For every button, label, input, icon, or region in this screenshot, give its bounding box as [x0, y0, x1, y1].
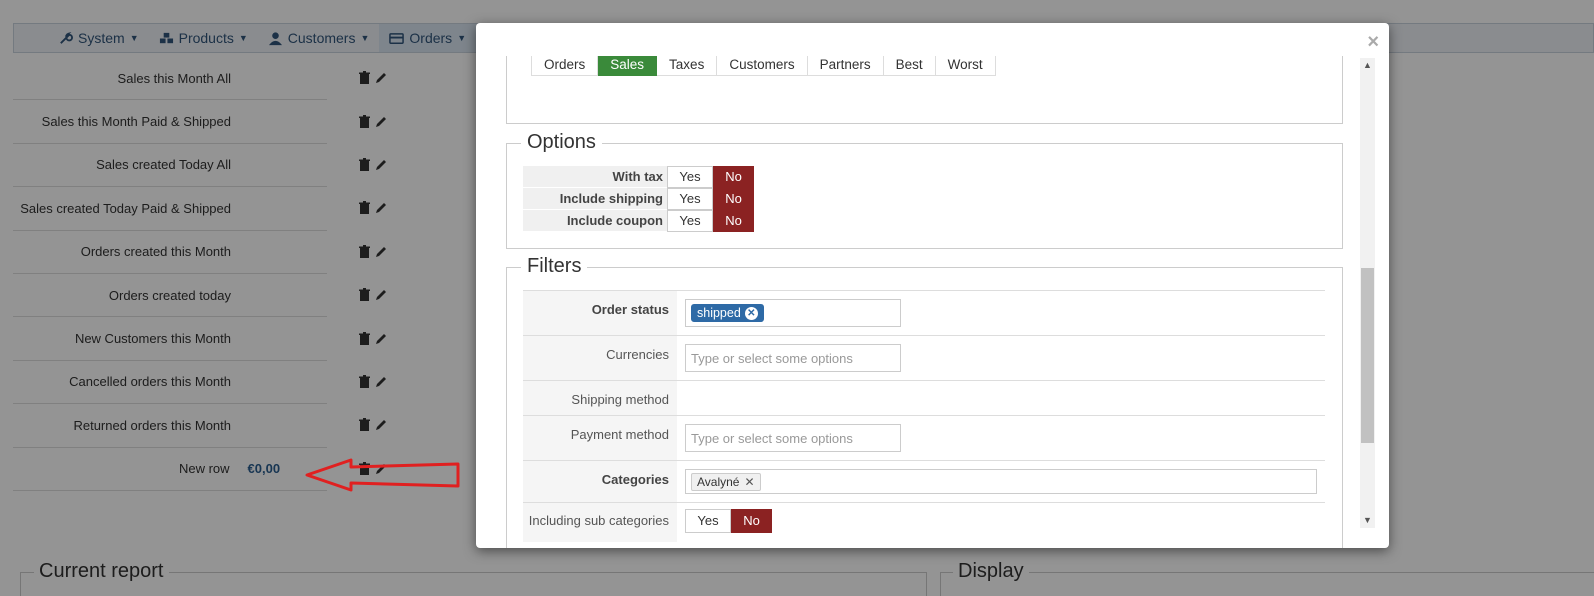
filter-label: Payment method [523, 416, 677, 460]
no-button[interactable]: No [713, 210, 754, 232]
options-legend: Options [521, 131, 602, 154]
currencies-placeholder: Type or select some options [691, 350, 853, 366]
filter-label: Order status [523, 291, 677, 335]
filter-label: Categories [523, 461, 677, 502]
filter-shipping-method: Shipping method [523, 380, 1325, 415]
payment-placeholder: Type or select some options [691, 430, 853, 446]
no-button[interactable]: No [731, 509, 772, 533]
currencies-select[interactable]: Type or select some options [685, 344, 901, 372]
filter-payment-method: Payment method Type or select some optio… [523, 415, 1325, 460]
option-label: With tax [523, 166, 667, 188]
tab-customers[interactable]: Customers [717, 56, 808, 76]
filter-label: Shipping method [523, 381, 677, 415]
filter-label: Including sub categories [523, 503, 677, 542]
report-settings-modal: × Orders Sales Taxes Customers Partners … [476, 23, 1389, 548]
yes-button[interactable]: Yes [667, 210, 713, 232]
filter-categories: Categories Avalyné ✕ [523, 460, 1325, 502]
no-button[interactable]: No [713, 166, 754, 188]
remove-chip-icon[interactable]: ✕ [744, 306, 758, 320]
tab-best[interactable]: Best [883, 56, 936, 76]
options-group: Options With tax Yes No Include shipping… [506, 131, 1343, 249]
filter-sub-categories: Including sub categories Yes No [523, 502, 1325, 542]
filters-legend: Filters [521, 255, 588, 278]
yes-button[interactable]: Yes [667, 188, 713, 210]
chip-label: shipped [697, 306, 741, 320]
filter-currencies: Currencies Type or select some options [523, 335, 1325, 380]
category-chip: Avalyné ✕ [691, 472, 761, 491]
option-include-shipping: Include shipping Yes No [523, 188, 754, 210]
order-status-select[interactable]: shipped ✕ [685, 299, 901, 327]
yes-button[interactable]: Yes [685, 509, 731, 533]
filters-group: Filters Order status shipped ✕ Currencie… [506, 255, 1343, 548]
option-include-coupon: Include coupon Yes No [523, 210, 754, 232]
modal-scrollbar[interactable]: ▲ ▼ [1360, 58, 1375, 528]
tab-worst[interactable]: Worst [935, 56, 996, 76]
remove-chip-icon[interactable]: ✕ [744, 475, 754, 489]
tab-partners[interactable]: Partners [807, 56, 884, 76]
tab-orders[interactable]: Orders [531, 56, 599, 76]
yes-button[interactable]: Yes [667, 166, 713, 188]
filter-order-status: Order status shipped ✕ [523, 290, 1325, 335]
close-icon[interactable]: × [1367, 31, 1379, 54]
tab-sales[interactable]: Sales [598, 56, 658, 76]
payment-method-select[interactable]: Type or select some options [685, 424, 901, 452]
status-chip: shipped ✕ [691, 304, 764, 322]
scroll-down-icon[interactable]: ▼ [1360, 513, 1375, 528]
no-button[interactable]: No [713, 188, 754, 210]
report-type-box: Orders Sales Taxes Customers Partners Be… [506, 56, 1343, 124]
chip-label: Avalyné [697, 474, 740, 489]
modal-body: Orders Sales Taxes Customers Partners Be… [506, 56, 1343, 548]
scroll-thumb[interactable] [1361, 268, 1374, 443]
annotation-arrow-icon [305, 458, 460, 492]
report-type-tabs: Orders Sales Taxes Customers Partners Be… [531, 56, 996, 76]
option-label: Include coupon [523, 210, 667, 232]
filter-label: Currencies [523, 336, 677, 380]
option-label: Include shipping [523, 188, 667, 210]
scroll-up-icon[interactable]: ▲ [1360, 58, 1375, 73]
categories-select[interactable]: Avalyné ✕ [685, 469, 1317, 494]
tab-taxes[interactable]: Taxes [657, 56, 718, 76]
option-with-tax: With tax Yes No [523, 166, 754, 188]
